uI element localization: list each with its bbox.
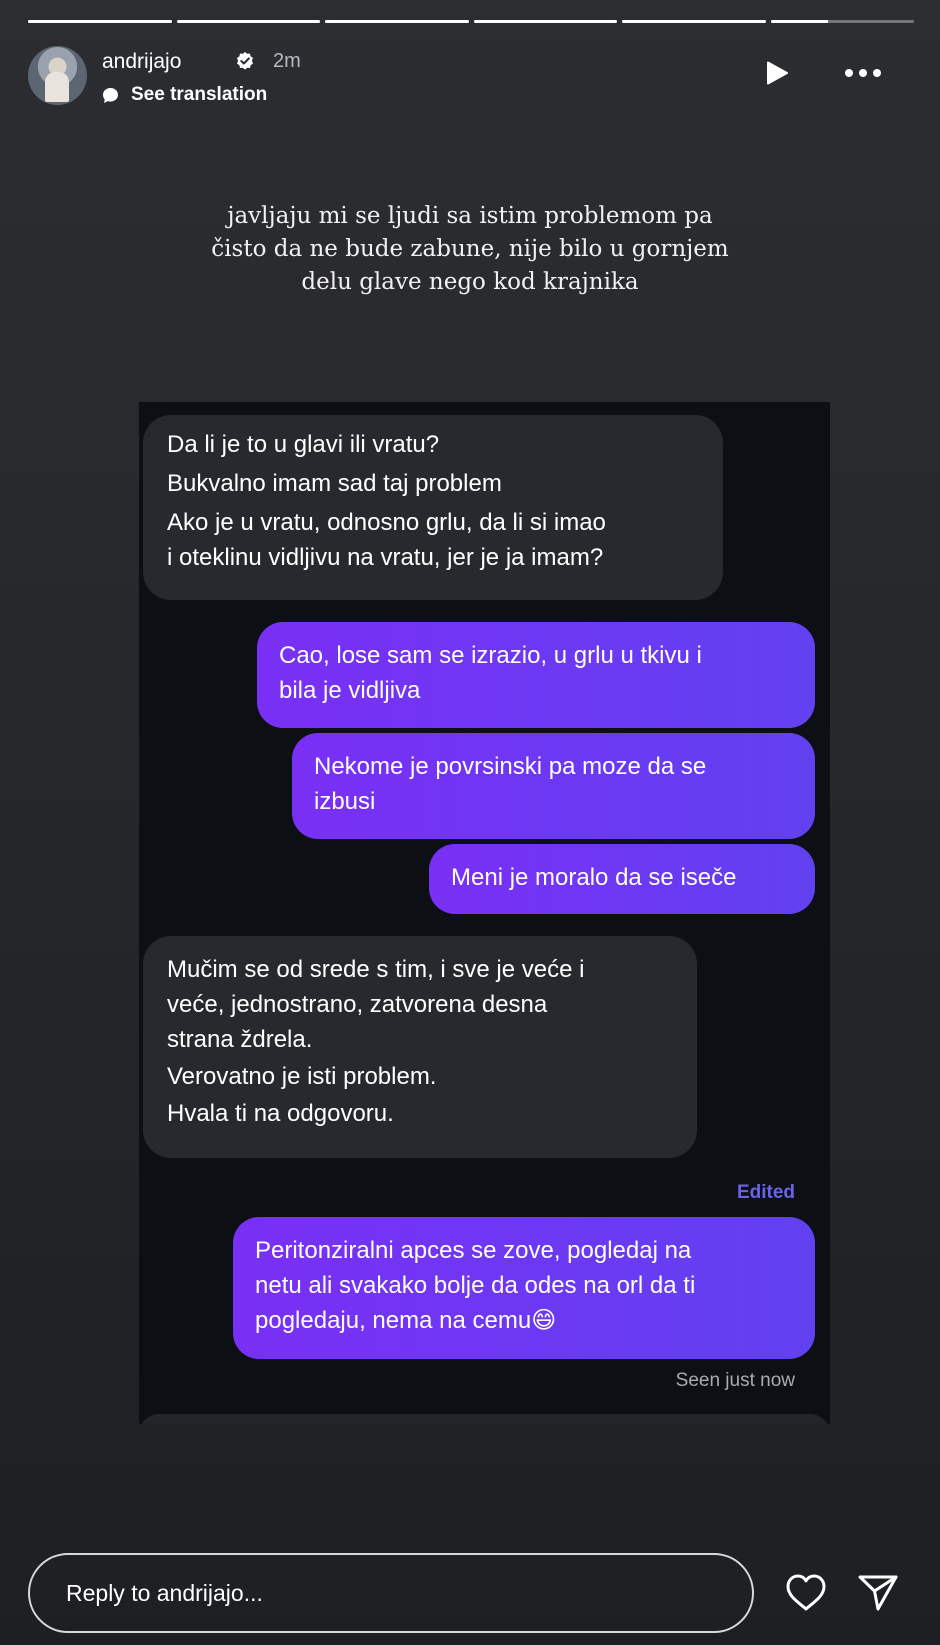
message-line: i oteklinu vidljivu na vratu, jer je ja …	[167, 544, 604, 571]
message-line: Da li je to u glavi ili vratu?	[167, 431, 440, 458]
story-segment	[176, 20, 320, 23]
story-progress-bar	[28, 20, 914, 24]
more-options-icon[interactable]	[844, 68, 882, 78]
message-line: Meni je moralo da se iseče	[451, 864, 737, 891]
message-line: bila je vidljiva	[279, 677, 421, 704]
message-line: Peritonziralni apces se zove, pogledaj n…	[255, 1237, 692, 1264]
seen-status: Seen just now	[675, 1370, 795, 1391]
story-segment	[473, 20, 617, 23]
message-line: Verovatno je isti problem.	[167, 1063, 437, 1090]
caption-line: delu glave nego kod krajnika	[301, 269, 639, 295]
see-translation-label: See translation	[131, 84, 268, 105]
story-segment	[770, 20, 914, 23]
story-segment	[28, 20, 172, 23]
outgoing-message: Nekome je povrsinski pa moze da se izbus…	[292, 733, 815, 839]
message-line: Ako je u vratu, odnosno grlu, da li si i…	[167, 509, 606, 536]
reply-field[interactable]	[28, 1553, 754, 1633]
username[interactable]: andrijajo	[102, 50, 181, 74]
see-translation-link[interactable]: See translation	[102, 84, 267, 106]
heart-icon[interactable]	[784, 1571, 828, 1615]
reply-input[interactable]	[66, 1573, 706, 1613]
message-line: Nekome je povrsinski pa moze da se	[314, 753, 707, 780]
message-line: izbusi	[314, 788, 376, 815]
caption-line: čisto da ne bude zabune, nije bilo u gor…	[211, 236, 729, 262]
play-icon[interactable]	[764, 60, 790, 86]
message-line: netu ali svakako bolje da odes na orl da…	[255, 1272, 696, 1299]
message-line: Hvala ti na odgovoru.	[167, 1100, 394, 1127]
story-caption: javljaju mi se ljudi sa istim problemom …	[0, 200, 940, 299]
message-line: veće, jednostrano, zatvorena desna	[167, 991, 548, 1018]
speech-bubble-icon	[103, 87, 118, 103]
message-line: pogledaju, nema na cemu😄	[255, 1307, 557, 1334]
chat-screenshot: Da li je to u glavi ili vratu? Bukvalno …	[139, 402, 830, 1424]
outgoing-message: Peritonziralni apces se zove, pogledaj n…	[233, 1217, 815, 1359]
avatar[interactable]	[28, 46, 87, 105]
send-icon[interactable]	[856, 1571, 900, 1615]
outgoing-message: Cao, lose sam se izrazio, u grlu u tkivu…	[257, 622, 815, 728]
verified-badge-icon	[237, 52, 253, 70]
story-segment	[325, 20, 469, 23]
outgoing-message: Meni je moralo da se iseče	[429, 844, 815, 914]
post-time: 2m	[273, 50, 301, 72]
incoming-message: Da li je to u glavi ili vratu? Bukvalno …	[143, 415, 723, 600]
message-line: Cao, lose sam se izrazio, u grlu u tkivu…	[279, 642, 702, 669]
story-segment	[622, 20, 766, 23]
message-line: strana ždrela.	[167, 1026, 313, 1053]
incoming-message: Mučim se od srede s tim, i sve je veće i…	[143, 936, 697, 1158]
edited-label: Edited	[736, 1182, 795, 1203]
story-header: andrijajo 2m See translation	[28, 46, 912, 106]
message-line: Mučim se od srede s tim, i sve je veće i	[167, 956, 585, 983]
message-line: Bukvalno imam sad taj problem	[167, 470, 502, 497]
next-message-edge	[139, 1414, 830, 1424]
caption-line: javljaju mi se ljudi sa istim problemom …	[227, 203, 713, 229]
